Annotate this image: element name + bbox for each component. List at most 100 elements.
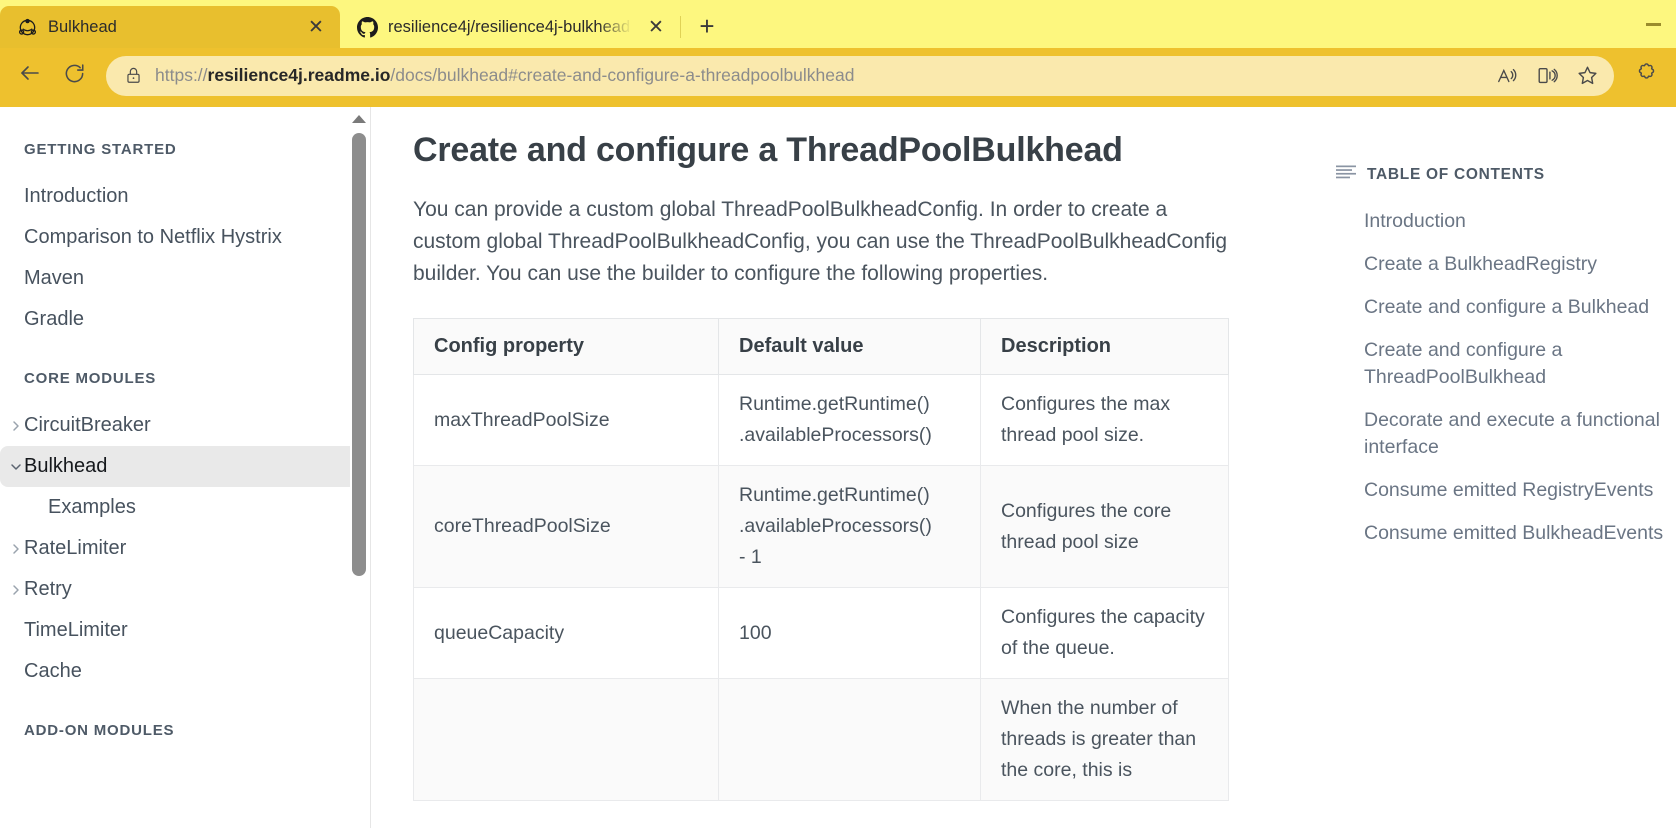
cell-description: Configures the max thread pool size. bbox=[980, 374, 1229, 466]
page-viewport: GETTING STARTED Introduction Comparison … bbox=[0, 107, 1676, 828]
sidebar-item-maven[interactable]: Maven bbox=[0, 258, 362, 299]
back-button[interactable] bbox=[10, 56, 50, 96]
window-controls bbox=[1630, 0, 1676, 48]
column-header-config-property: Config property bbox=[413, 318, 719, 375]
close-icon[interactable]: ✕ bbox=[302, 13, 330, 41]
cell-default-value: 100 bbox=[718, 587, 981, 679]
sidebar-item-label: Bulkhead bbox=[24, 455, 108, 477]
new-tab-button[interactable]: + bbox=[689, 8, 725, 44]
cell-config-property: coreThreadPoolSize bbox=[413, 465, 719, 588]
main-content: Create and configure a ThreadPoolBulkhea… bbox=[371, 107, 1316, 828]
tab-title: Bulkhead bbox=[48, 17, 117, 36]
toc-item-create-and-configure-a-threadpoolbulkhead[interactable]: Create and configure a ThreadPoolBulkhea… bbox=[1364, 337, 1676, 391]
column-header-default-value: Default value bbox=[718, 318, 981, 375]
tab-title: resilience4j/resilience4j-bulkhead bbox=[388, 17, 631, 36]
tab-separator bbox=[680, 16, 681, 38]
sidebar-item-label: Cache bbox=[24, 660, 82, 682]
sidebar-item-label: Gradle bbox=[24, 308, 85, 330]
cell-config-property: queueCapacity bbox=[413, 587, 719, 679]
puzzle-piece-icon bbox=[1635, 62, 1658, 90]
tab-strip: Bulkhead ✕ resilience4j/resilience4j-bul… bbox=[0, 0, 1676, 48]
sidebar-item-label: Introduction bbox=[24, 185, 129, 207]
back-arrow-icon bbox=[18, 61, 42, 90]
chevron-right-icon bbox=[9, 542, 23, 556]
reload-icon bbox=[63, 62, 86, 90]
toc-item-decorate-and-execute-a-functional-interface[interactable]: Decorate and execute a functional interf… bbox=[1364, 407, 1676, 461]
cell-description: When the number of threads is greater th… bbox=[980, 678, 1229, 801]
sidebar-item-cache[interactable]: Cache bbox=[0, 651, 362, 692]
cell-config-property: maxThreadPoolSize bbox=[413, 374, 719, 466]
cell-description: Configures the capacity of the queue. bbox=[980, 587, 1229, 679]
cell-default-value bbox=[718, 678, 981, 801]
sidebar-item-ratelimiter[interactable]: RateLimiter bbox=[0, 528, 362, 569]
url-host: resilience4j.readme.io bbox=[207, 65, 391, 85]
sidebar-item-gradle[interactable]: Gradle bbox=[0, 299, 362, 340]
toc-header: TABLE OF CONTENTS bbox=[1336, 165, 1676, 184]
address-bar-actions bbox=[1490, 59, 1604, 93]
table-row: When the number of threads is greater th… bbox=[413, 678, 1229, 801]
lines-icon bbox=[1336, 165, 1356, 184]
config-properties-table: Config property Default value Descriptio… bbox=[413, 318, 1229, 801]
toc-item-introduction[interactable]: Introduction bbox=[1364, 208, 1676, 235]
browser-window: Bulkhead ✕ resilience4j/resilience4j-bul… bbox=[0, 0, 1676, 828]
toc-list: Introduction Create a BulkheadRegistry C… bbox=[1336, 208, 1676, 547]
scroll-up-arrow-icon[interactable] bbox=[352, 115, 366, 123]
sidebar-item-timelimiter[interactable]: TimeLimiter bbox=[0, 610, 362, 651]
chevron-down-icon bbox=[9, 460, 23, 474]
close-icon[interactable]: ✕ bbox=[642, 13, 670, 41]
toc-item-create-and-configure-a-bulkhead[interactable]: Create and configure a Bulkhead bbox=[1364, 294, 1676, 321]
intro-paragraph: You can provide a custom global ThreadPo… bbox=[413, 198, 1228, 285]
chevron-right-icon bbox=[9, 419, 23, 433]
toc-item-consume-emitted-bulkheadevents[interactable]: Consume emitted BulkheadEvents bbox=[1364, 520, 1676, 547]
column-header-description: Description bbox=[980, 318, 1229, 375]
browser-toolbar: https://resilience4j.readme.io/docs/bulk… bbox=[0, 48, 1676, 103]
table-row: queueCapacity 100 Configures the capacit… bbox=[413, 587, 1229, 679]
docs-sidebar: GETTING STARTED Introduction Comparison … bbox=[0, 107, 370, 828]
page-scrollbar[interactable] bbox=[350, 107, 368, 828]
chevron-right-icon bbox=[9, 583, 23, 597]
sidebar-item-label: Examples bbox=[48, 496, 136, 518]
resilience4j-icon bbox=[16, 16, 38, 38]
sidebar-item-label: CircuitBreaker bbox=[24, 414, 151, 436]
extensions-button[interactable] bbox=[1626, 56, 1666, 96]
scrollbar-thumb[interactable] bbox=[352, 133, 366, 576]
github-icon bbox=[356, 16, 378, 38]
sidebar-section-add-on-modules: ADD-ON MODULES bbox=[24, 722, 175, 739]
page-title: Create and configure a ThreadPoolBulkhea… bbox=[413, 131, 1123, 169]
sidebar-item-label: Maven bbox=[24, 267, 85, 289]
sidebar-item-label: TimeLimiter bbox=[24, 619, 128, 641]
browser-tab-bulkhead[interactable]: Bulkhead ✕ bbox=[0, 6, 340, 48]
toc-item-consume-emitted-registryevents[interactable]: Consume emitted RegistryEvents bbox=[1364, 477, 1676, 504]
url-scheme: https:// bbox=[155, 65, 208, 85]
toc-item-create-a-bulkheadregistry[interactable]: Create a BulkheadRegistry bbox=[1364, 251, 1676, 278]
toc-heading: TABLE OF CONTENTS bbox=[1367, 165, 1545, 183]
table-row: maxThreadPoolSize Runtime.getRuntime() .… bbox=[413, 374, 1229, 466]
minimize-icon bbox=[1645, 22, 1661, 26]
reload-button[interactable] bbox=[54, 56, 94, 96]
cell-default-value: Runtime.getRuntime() .availableProcessor… bbox=[718, 374, 981, 466]
sidebar-item-introduction[interactable]: Introduction bbox=[0, 176, 362, 217]
sidebar-item-label: Retry bbox=[24, 578, 72, 600]
star-icon[interactable] bbox=[1570, 59, 1604, 93]
sidebar-item-circuitbreaker[interactable]: CircuitBreaker bbox=[0, 405, 362, 446]
sidebar-item-bulkhead[interactable]: Bulkhead bbox=[0, 446, 362, 487]
sidebar-item-examples[interactable]: Examples bbox=[0, 487, 362, 528]
cell-description: Configures the core thread pool size bbox=[980, 465, 1229, 588]
table-row: coreThreadPoolSize Runtime.getRuntime() … bbox=[413, 465, 1229, 588]
url-text[interactable]: https://resilience4j.readme.io/docs/bulk… bbox=[155, 65, 1478, 86]
url-path: /docs/bulkhead#create-and-configure-a-th… bbox=[390, 65, 855, 85]
cell-config-property bbox=[413, 678, 719, 801]
read-aloud-icon[interactable] bbox=[1490, 59, 1524, 93]
minimize-button[interactable] bbox=[1630, 0, 1676, 48]
table-of-contents: TABLE OF CONTENTS Introduction Create a … bbox=[1316, 107, 1676, 828]
sidebar-item-comparison-to-netflix-hystrix[interactable]: Comparison to Netflix Hystrix bbox=[0, 217, 362, 258]
sidebar-item-label: RateLimiter bbox=[24, 537, 127, 559]
immersive-reader-icon[interactable] bbox=[1530, 59, 1564, 93]
address-bar[interactable]: https://resilience4j.readme.io/docs/bulk… bbox=[106, 55, 1614, 96]
lock-icon bbox=[124, 66, 143, 85]
sidebar-section-core-modules: CORE MODULES bbox=[24, 370, 157, 387]
sidebar-item-retry[interactable]: Retry bbox=[0, 569, 362, 610]
sidebar-section-getting-started: GETTING STARTED bbox=[24, 141, 177, 158]
browser-tab-github[interactable]: resilience4j/resilience4j-bulkhead ✕ bbox=[340, 6, 680, 48]
